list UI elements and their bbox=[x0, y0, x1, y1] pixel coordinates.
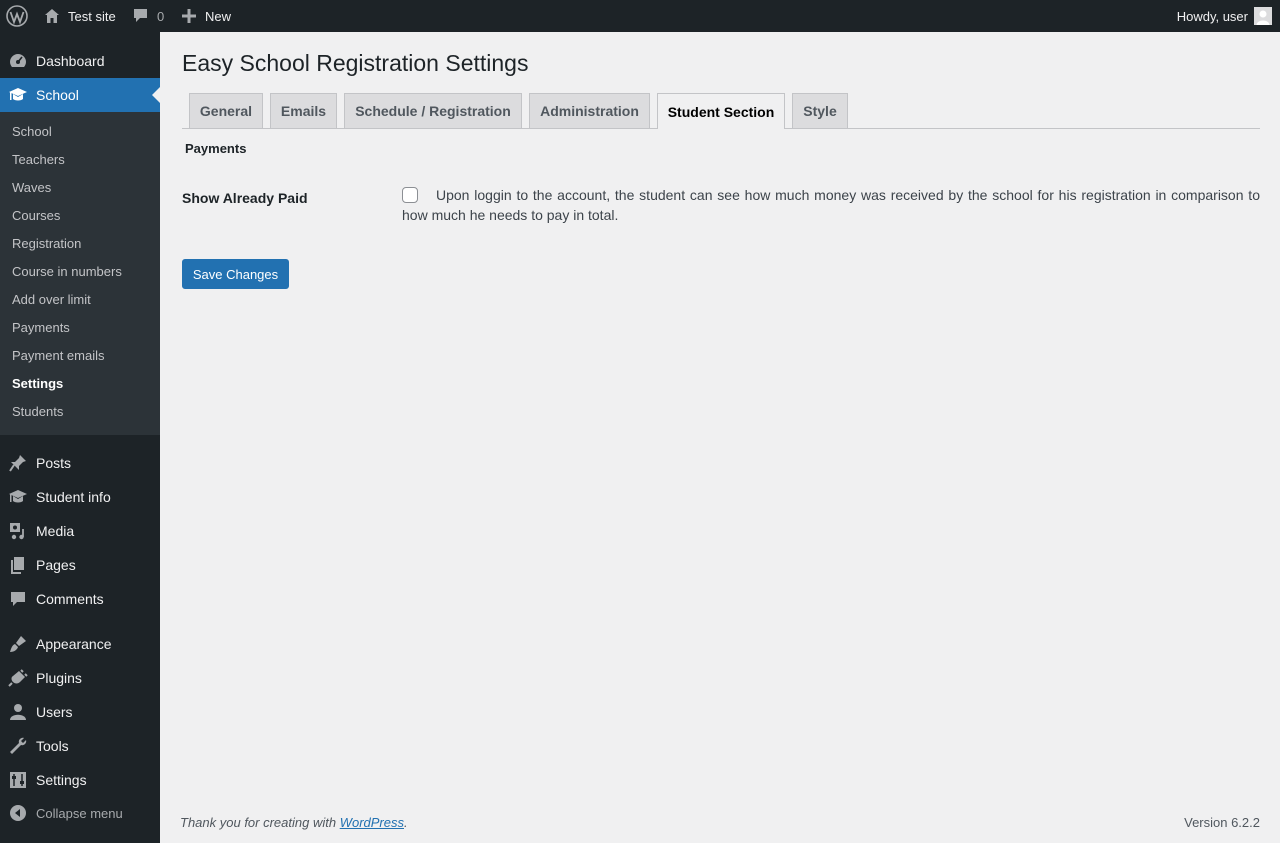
media-icon bbox=[8, 521, 28, 541]
tab-emails[interactable]: Emails bbox=[270, 93, 337, 128]
wrench-icon bbox=[8, 736, 28, 756]
dashboard-icon bbox=[8, 51, 28, 71]
sidebar-item-dashboard[interactable]: Dashboard bbox=[0, 44, 160, 78]
home-icon bbox=[44, 8, 60, 24]
submenu-item-students[interactable]: Students bbox=[12, 402, 63, 422]
comments-link[interactable]: 0 bbox=[133, 0, 164, 32]
sidebar-item-label: Posts bbox=[36, 455, 72, 471]
section-title: Payments bbox=[185, 141, 247, 156]
footer-thanks-suffix: . bbox=[404, 815, 408, 830]
sidebar-item-tools[interactable]: Tools bbox=[0, 729, 160, 763]
collapse-menu-button[interactable]: Collapse menu bbox=[0, 796, 160, 830]
tab-student-section[interactable]: Student Section bbox=[657, 93, 785, 129]
sidebar-item-plugins[interactable]: Plugins bbox=[0, 661, 160, 695]
user-icon bbox=[8, 702, 28, 722]
collapse-arrow-icon bbox=[8, 803, 28, 823]
sidebar-item-label: Tools bbox=[36, 738, 69, 754]
pin-icon bbox=[8, 453, 28, 473]
wordpress-logo-icon[interactable] bbox=[6, 0, 28, 32]
school-submenu: School Teachers Waves Courses Registrati… bbox=[0, 112, 160, 435]
sidebar-item-users[interactable]: Users bbox=[0, 695, 160, 729]
admin-sidebar: Dashboard School School Teachers Waves C… bbox=[0, 32, 160, 843]
admin-bar: Test site 0 New Howdy, user bbox=[0, 0, 1280, 32]
school-icon bbox=[8, 85, 28, 105]
sidebar-item-label: Pages bbox=[36, 557, 76, 573]
sidebar-item-comments[interactable]: Comments bbox=[0, 582, 160, 616]
plus-icon bbox=[182, 9, 196, 23]
new-label: New bbox=[205, 8, 232, 24]
page-title: Easy School Registration Settings bbox=[182, 50, 529, 76]
comments-count: 0 bbox=[157, 8, 165, 24]
tab-general[interactable]: General bbox=[189, 93, 263, 128]
main-content: Easy School Registration Settings Genera… bbox=[160, 32, 1280, 843]
new-content-link[interactable]: New bbox=[182, 0, 231, 32]
sidebar-item-school[interactable]: School bbox=[0, 78, 160, 112]
howdy-text: Howdy, user bbox=[1176, 8, 1248, 24]
pages-icon bbox=[8, 555, 28, 575]
my-account-link[interactable]: Howdy, user bbox=[1177, 0, 1272, 32]
show-already-paid-label: Show Already Paid bbox=[182, 190, 308, 206]
sidebar-item-label: Dashboard bbox=[36, 53, 105, 69]
show-already-paid-checkbox[interactable] bbox=[402, 187, 418, 203]
footer-version: Version 6.2.2 bbox=[1184, 815, 1260, 830]
settings-icon bbox=[8, 770, 28, 790]
site-name: Test site bbox=[68, 8, 116, 24]
school-icon bbox=[8, 487, 28, 507]
submenu-item-registration[interactable]: Registration bbox=[12, 234, 81, 254]
submenu-item-teachers[interactable]: Teachers bbox=[12, 150, 65, 170]
sidebar-item-settings[interactable]: Settings bbox=[0, 763, 160, 797]
sidebar-item-label: Users bbox=[36, 704, 73, 720]
comment-icon bbox=[133, 8, 148, 24]
tab-schedule-registration[interactable]: Schedule / Registration bbox=[344, 93, 522, 128]
sidebar-item-label: Comments bbox=[36, 591, 104, 607]
submenu-item-add-over-limit[interactable]: Add over limit bbox=[12, 290, 91, 310]
footer-thanks-prefix: Thank you for creating with bbox=[180, 815, 340, 830]
tab-style[interactable]: Style bbox=[792, 93, 848, 128]
submenu-item-school[interactable]: School bbox=[12, 122, 52, 142]
brush-icon bbox=[8, 634, 28, 654]
sidebar-item-posts[interactable]: Posts bbox=[0, 446, 160, 480]
collapse-menu-label: Collapse menu bbox=[36, 805, 123, 821]
sidebar-item-label: Settings bbox=[36, 772, 87, 788]
footer-thanks: Thank you for creating with WordPress. bbox=[180, 815, 408, 830]
submenu-item-settings[interactable]: Settings bbox=[12, 374, 63, 394]
show-already-paid-description: Upon loggin to the account, the student … bbox=[402, 187, 1260, 223]
sidebar-item-appearance[interactable]: Appearance bbox=[0, 627, 160, 661]
sidebar-item-label: School bbox=[36, 87, 79, 103]
avatar bbox=[1254, 7, 1272, 25]
tab-administration[interactable]: Administration bbox=[529, 93, 650, 128]
sidebar-item-label: Appearance bbox=[36, 636, 112, 652]
sidebar-item-label: Plugins bbox=[36, 670, 82, 686]
sidebar-item-label: Media bbox=[36, 523, 75, 539]
submenu-item-payment-emails[interactable]: Payment emails bbox=[12, 346, 104, 366]
site-home-link[interactable]: Test site bbox=[44, 0, 116, 32]
sidebar-item-pages[interactable]: Pages bbox=[0, 548, 160, 582]
submenu-item-course-in-numbers[interactable]: Course in numbers bbox=[12, 262, 122, 282]
comment-icon bbox=[8, 589, 28, 609]
submenu-item-waves[interactable]: Waves bbox=[12, 178, 51, 198]
sidebar-item-label: Student info bbox=[36, 489, 111, 505]
plugin-icon bbox=[8, 668, 28, 688]
submenu-item-payments[interactable]: Payments bbox=[12, 318, 70, 338]
sidebar-item-student-info[interactable]: Student info bbox=[0, 480, 160, 514]
sidebar-item-media[interactable]: Media bbox=[0, 514, 160, 548]
wordpress-link[interactable]: WordPress bbox=[340, 815, 404, 830]
save-changes-button[interactable]: Save Changes bbox=[182, 259, 289, 289]
submenu-item-courses[interactable]: Courses bbox=[12, 206, 60, 226]
